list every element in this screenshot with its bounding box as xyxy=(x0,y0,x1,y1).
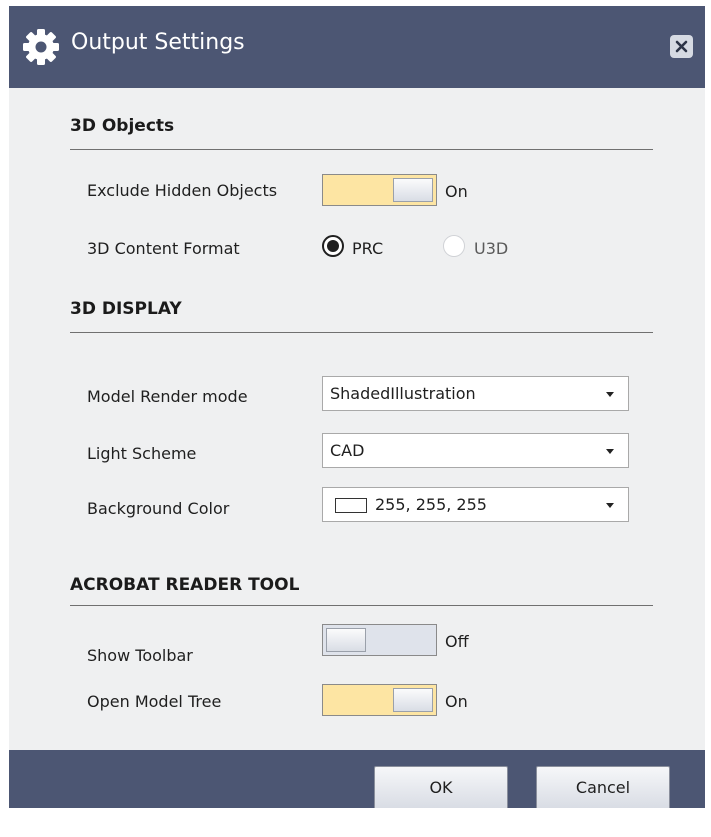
toggle-knob xyxy=(326,628,366,652)
model-render-mode-select[interactable]: ShadedIllustration xyxy=(322,376,629,411)
show-toolbar-toggle[interactable] xyxy=(322,624,437,656)
dialog-title: Output Settings xyxy=(71,30,245,55)
background-color-value: 255, 255, 255 xyxy=(375,495,487,514)
show-toolbar-state: Off xyxy=(445,632,469,651)
light-scheme-value: CAD xyxy=(330,441,365,460)
toggle-knob xyxy=(393,688,433,712)
open-model-tree-label: Open Model Tree xyxy=(87,692,222,711)
open-model-tree-toggle[interactable] xyxy=(322,684,437,716)
section-title-acrobat-reader-tool: ACROBAT READER TOOL xyxy=(70,575,300,595)
toggle-knob xyxy=(393,178,433,202)
caret-down-icon xyxy=(606,392,614,397)
section-title-3d-display: 3D DISPLAY xyxy=(70,299,182,319)
radio-prc[interactable] xyxy=(322,235,344,257)
background-color-label: Background Color xyxy=(87,499,230,518)
light-scheme-label: Light Scheme xyxy=(87,444,197,463)
color-swatch xyxy=(335,498,367,513)
cancel-button[interactable]: Cancel xyxy=(536,766,670,808)
radio-prc-label: PRC xyxy=(352,239,384,258)
radio-u3d-label: U3D xyxy=(474,239,509,258)
caret-down-icon xyxy=(606,449,614,454)
section-divider xyxy=(70,149,653,150)
exclude-hidden-objects-toggle[interactable] xyxy=(322,174,437,206)
dialog-footer: OK Cancel xyxy=(9,750,705,808)
section-divider xyxy=(70,332,653,333)
section-title-3d-objects: 3D Objects xyxy=(70,116,175,136)
exclude-hidden-objects-label: Exclude Hidden Objects xyxy=(87,181,278,200)
background-color-select[interactable]: 255, 255, 255 xyxy=(322,487,629,522)
close-button[interactable] xyxy=(670,35,693,58)
radio-selected-dot xyxy=(327,240,339,252)
output-settings-dialog: Output Settings 3D Objects Exclude Hidde… xyxy=(9,6,705,808)
gear-icon xyxy=(23,29,59,65)
radio-u3d[interactable] xyxy=(443,235,465,257)
exclude-hidden-objects-state: On xyxy=(445,182,468,201)
model-render-mode-label: Model Render mode xyxy=(87,387,248,406)
3d-content-format-label: 3D Content Format xyxy=(87,239,240,258)
caret-down-icon xyxy=(606,503,614,508)
light-scheme-select[interactable]: CAD xyxy=(322,433,629,468)
show-toolbar-label: Show Toolbar xyxy=(87,646,193,665)
model-render-mode-value: ShadedIllustration xyxy=(330,384,476,403)
section-divider xyxy=(70,605,653,606)
ok-button[interactable]: OK xyxy=(374,766,508,808)
title-bar: Output Settings xyxy=(9,6,705,88)
close-icon xyxy=(675,40,688,53)
open-model-tree-state: On xyxy=(445,692,468,711)
